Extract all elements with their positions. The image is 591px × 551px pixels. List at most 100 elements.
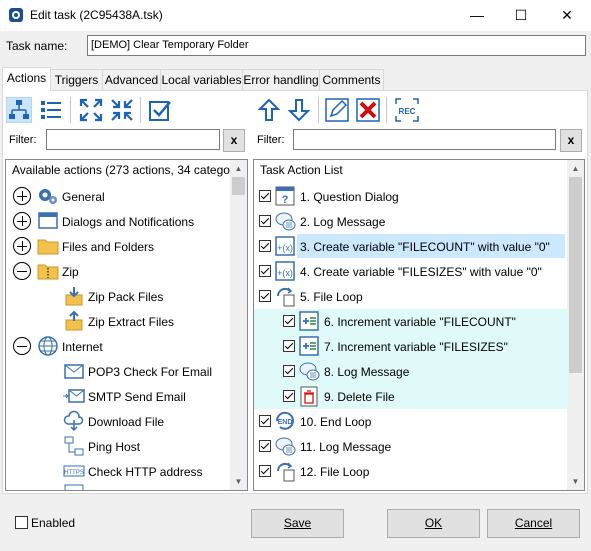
scroll-thumb[interactable] xyxy=(232,177,245,195)
checkbox[interactable] xyxy=(283,365,295,377)
list-item-label: Zip Pack Files xyxy=(88,290,164,304)
expand-icon[interactable] xyxy=(13,187,31,205)
task-action-row[interactable]: END 10. End Loop xyxy=(254,409,568,434)
ok-button[interactable]: OK xyxy=(387,509,480,538)
collapse-icon[interactable] xyxy=(13,262,31,280)
checkbox[interactable] xyxy=(259,190,271,202)
list-item[interactable]: SMTP Send Email xyxy=(6,384,232,409)
left-scrollbar[interactable]: ▲ ▼ xyxy=(230,160,247,490)
record-icon[interactable]: REC xyxy=(394,97,420,123)
checkbox[interactable] xyxy=(259,240,271,252)
list-item-label: Files and Folders xyxy=(62,240,155,254)
toolbar-separator xyxy=(318,97,319,123)
right-filter-clear-button[interactable]: x xyxy=(560,129,582,152)
tab-local-variables[interactable]: Local variables xyxy=(160,69,243,90)
task-action-label: 3. Create variable "FILECOUNT" with valu… xyxy=(300,240,550,254)
scroll-thumb[interactable] xyxy=(569,177,582,373)
cancel-button[interactable]: Cancel xyxy=(487,509,580,538)
window-title: Edit task (2C95438A.tsk) xyxy=(30,8,163,22)
task-action-row[interactable]: 6. Increment variable "FILECOUNT" xyxy=(254,309,568,334)
checkbox[interactable] xyxy=(259,290,271,302)
expand-all-icon[interactable] xyxy=(78,97,104,123)
list-item[interactable]: HTTPS Check HTTP address xyxy=(6,459,232,484)
checkbox[interactable] xyxy=(259,465,271,477)
svg-text:?: ? xyxy=(282,194,289,206)
task-action-row[interactable]: 2. Log Message xyxy=(254,209,568,234)
task-action-row[interactable]: 5. File Loop xyxy=(254,284,568,309)
svg-text:REC: REC xyxy=(399,107,416,116)
left-filter-input[interactable] xyxy=(46,129,220,150)
scroll-down-arrow-icon[interactable]: ▼ xyxy=(230,473,247,490)
create-variable-icon: +(x) xyxy=(275,261,295,281)
task-action-row[interactable]: 8. Log Message xyxy=(254,359,568,384)
network-icon xyxy=(64,436,84,456)
https-icon: HTTPS xyxy=(63,465,85,477)
list-item[interactable]: Download File xyxy=(6,409,232,434)
expand-icon[interactable] xyxy=(13,212,31,230)
checkbox[interactable] xyxy=(259,265,271,277)
enabled-checkbox[interactable] xyxy=(15,516,28,529)
delete-icon[interactable] xyxy=(355,97,381,123)
tab-triggers[interactable]: Triggers xyxy=(50,69,103,90)
scroll-down-arrow-icon[interactable]: ▼ xyxy=(567,473,584,490)
scroll-up-arrow-icon[interactable]: ▲ xyxy=(230,160,247,177)
title-bar: Edit task (2C95438A.tsk) — ☐ ✕ xyxy=(0,0,591,31)
checkbox[interactable] xyxy=(259,215,271,227)
checkbox[interactable] xyxy=(283,390,295,402)
task-action-row[interactable]: +(x) 3. Create variable "FILECOUNT" with… xyxy=(254,234,568,259)
tab-advanced[interactable]: Advanced xyxy=(102,69,161,90)
toolbar-separator xyxy=(70,97,71,123)
list-item[interactable]: Internet xyxy=(6,334,232,359)
tab-error-handling[interactable]: Error handling xyxy=(242,69,320,90)
close-button[interactable]: ✕ xyxy=(544,0,590,31)
minimize-button[interactable]: — xyxy=(454,0,500,31)
delete-file-icon xyxy=(300,386,318,407)
collapse-icon[interactable] xyxy=(13,337,31,355)
available-actions-list[interactable]: Available actions (273 actions, 34 categ… xyxy=(5,159,248,491)
checkbox[interactable] xyxy=(259,415,271,427)
checkbox[interactable] xyxy=(283,315,295,327)
collapse-all-icon[interactable] xyxy=(109,97,135,123)
list-item[interactable]: POP3 Check For Email xyxy=(6,359,232,384)
right-filter-input[interactable] xyxy=(293,129,556,150)
left-filter-clear-button[interactable]: x xyxy=(223,129,245,152)
right-scrollbar[interactable]: ▲ ▼ xyxy=(567,160,584,490)
list-item[interactable]: Ping Host xyxy=(6,434,232,459)
save-button-label: Save xyxy=(283,516,312,530)
check-box-icon[interactable] xyxy=(147,97,173,123)
checkbox[interactable] xyxy=(283,340,295,352)
edit-icon[interactable] xyxy=(324,97,350,123)
expand-icon[interactable] xyxy=(13,237,31,255)
task-action-row[interactable]: 7. Increment variable "FILESIZES" xyxy=(254,334,568,359)
move-up-icon[interactable] xyxy=(256,97,282,123)
list-item[interactable]: Files and Folders xyxy=(6,234,232,259)
list-item-label: Zip xyxy=(62,265,79,279)
list-item[interactable]: Dialogs and Notifications xyxy=(6,209,232,234)
list-item[interactable]: Zip Extract Files xyxy=(6,309,232,334)
list-item[interactable]: General xyxy=(6,184,232,209)
tab-comments[interactable]: Comments xyxy=(319,69,384,90)
email-check-icon xyxy=(64,364,84,379)
scroll-up-arrow-icon[interactable]: ▲ xyxy=(567,160,584,177)
tab-actions[interactable]: Actions xyxy=(2,67,51,91)
list-item[interactable]: Zip xyxy=(6,259,232,284)
list-view-icon[interactable] xyxy=(38,97,64,123)
task-action-row[interactable]: 11. Log Message xyxy=(254,434,568,459)
list-item[interactable]: Zip Pack Files xyxy=(6,284,232,309)
task-action-row[interactable]: 9. Delete File xyxy=(254,384,568,409)
ok-button-label: OK xyxy=(424,516,443,530)
save-button[interactable]: Save xyxy=(251,509,344,538)
list-item-label: POP3 Check For Email xyxy=(88,365,213,379)
task-name-label: Task name: xyxy=(6,39,68,53)
tree-view-icon[interactable] xyxy=(6,97,32,123)
task-action-row[interactable]: +(x) 4. Create variable "FILESIZES" with… xyxy=(254,259,568,284)
move-down-icon[interactable] xyxy=(286,97,312,123)
maximize-button[interactable]: ☐ xyxy=(498,0,544,31)
task-action-list[interactable]: Task Action List ▲ ▼ ? 1. Question Dialo… xyxy=(253,159,585,491)
task-name-input[interactable]: [DEMO] Clear Temporary Folder xyxy=(87,35,586,56)
enabled-label: Enabled xyxy=(31,516,76,530)
checkbox[interactable] xyxy=(259,440,271,452)
task-action-label: 12. File Loop xyxy=(300,465,370,479)
task-action-row[interactable]: ? 1. Question Dialog xyxy=(254,184,568,209)
task-action-row[interactable]: 12. File Loop xyxy=(254,459,568,484)
